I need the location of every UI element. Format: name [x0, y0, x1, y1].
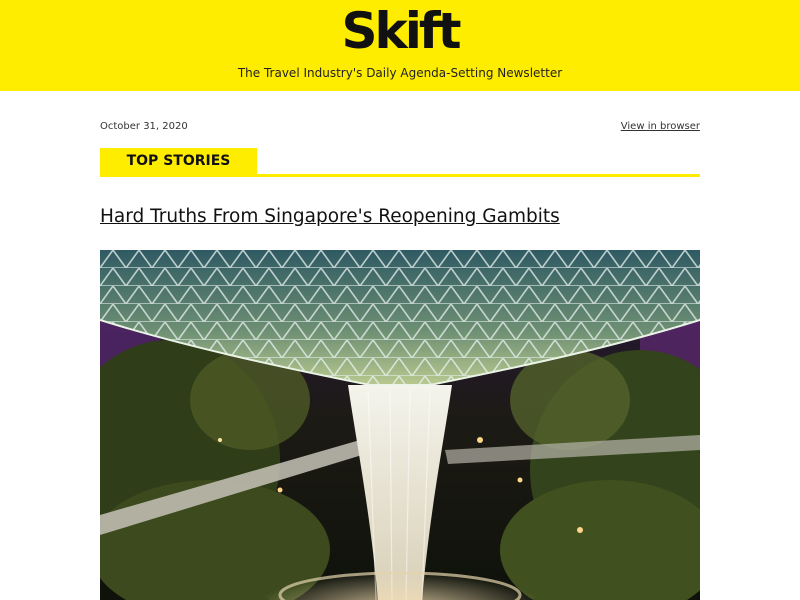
view-in-browser-link[interactable]: View in browser	[621, 121, 700, 132]
newsletter-tagline: The Travel Industry's Daily Agenda-Setti…	[237, 66, 563, 80]
section-label-top-stories: TOP STORIES	[100, 148, 257, 174]
story-headline-link[interactable]: Hard Truths From Singapore's Reopening G…	[100, 206, 560, 227]
story-hero-image[interactable]	[100, 250, 700, 600]
skift-logo[interactable]: Skift	[0, 2, 800, 60]
section-divider	[100, 174, 700, 177]
newsletter-header: Skift The Travel Industry's Daily Agenda…	[0, 0, 800, 91]
issue-date: October 31, 2020	[100, 121, 188, 132]
